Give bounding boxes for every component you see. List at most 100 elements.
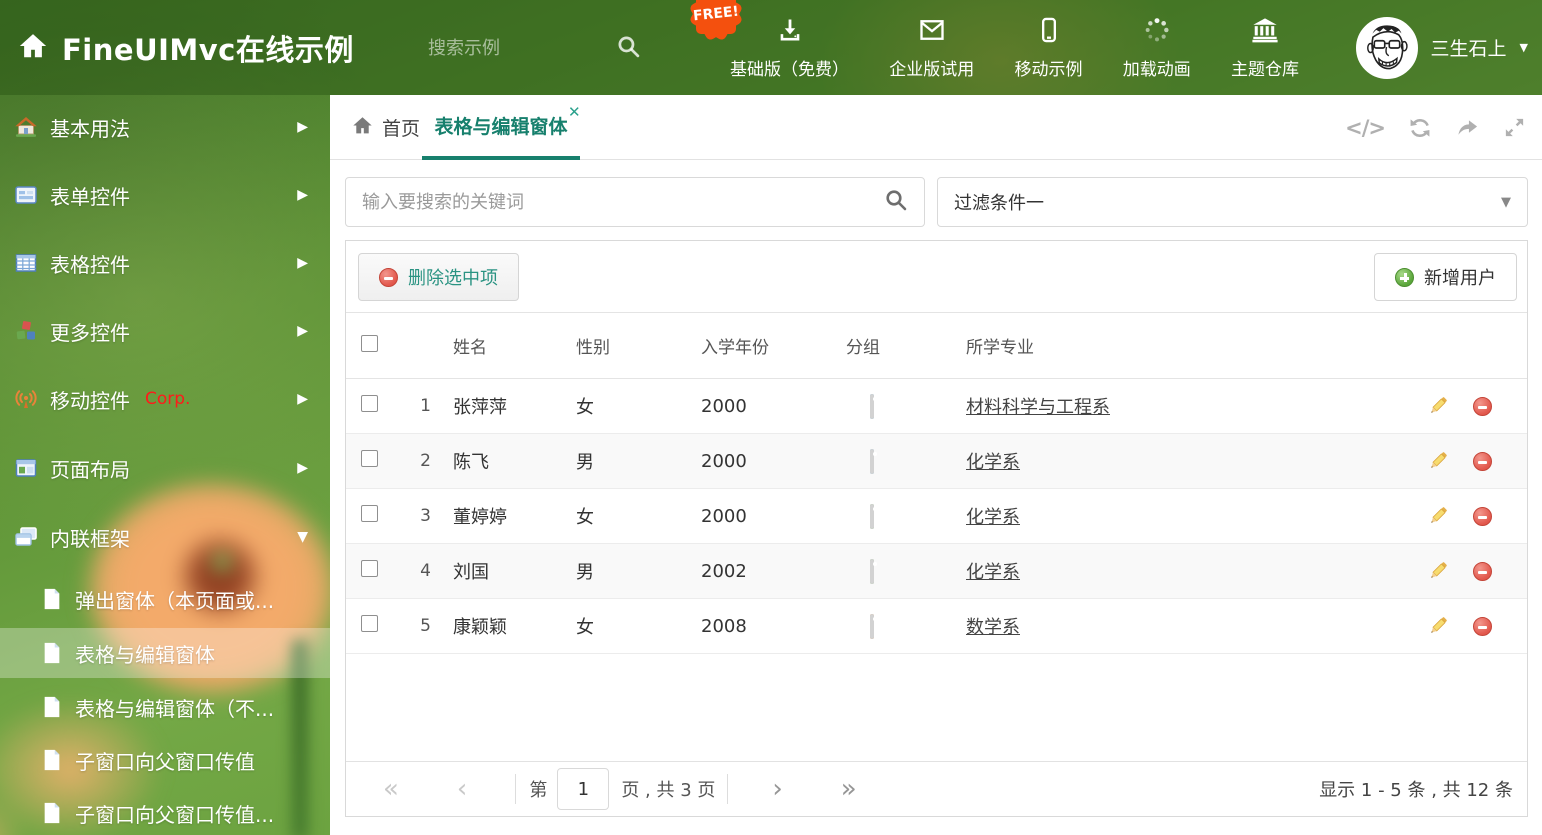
search-icon[interactable] bbox=[884, 188, 908, 216]
edit-icon[interactable] bbox=[1426, 449, 1450, 473]
add-user-label: 新增用户 bbox=[1424, 268, 1496, 289]
menu-item-theme-store[interactable]: 主题仓库 bbox=[1223, 16, 1307, 80]
prev-page-icon[interactable]: ‹ bbox=[457, 776, 467, 802]
minus-circle-icon bbox=[379, 267, 398, 287]
share-icon[interactable] bbox=[1455, 116, 1480, 139]
row-checkbox[interactable] bbox=[361, 560, 378, 577]
refresh-icon[interactable] bbox=[1408, 116, 1432, 140]
edit-icon[interactable] bbox=[1426, 559, 1450, 583]
tab-grid-edit-window[interactable]: 表格与编辑窗体 bbox=[422, 95, 580, 160]
select-all-checkbox[interactable] bbox=[361, 334, 378, 352]
add-user-button[interactable]: 新增用户 bbox=[1374, 253, 1517, 301]
column-header-gender[interactable]: 性别 bbox=[576, 333, 701, 358]
file-icon bbox=[42, 696, 62, 718]
sidebar-item-page-layout[interactable]: 页面布局 ▶ bbox=[0, 445, 330, 491]
row-checkbox[interactable] bbox=[361, 395, 378, 412]
tab-active-label: 表格与编辑窗体 bbox=[434, 116, 568, 138]
sidebar-item-mobile-controls[interactable]: 移动控件 Corp. ▶ bbox=[0, 376, 330, 422]
tag-icon bbox=[870, 558, 874, 584]
row-checkbox[interactable] bbox=[361, 450, 378, 467]
sidebar-subitem-child-to-parent[interactable]: 子窗口向父窗口传值 bbox=[0, 735, 330, 785]
menu-item-enterprise-trial[interactable]: 企业版试用 bbox=[881, 16, 982, 80]
column-header-name[interactable]: 姓名 bbox=[431, 333, 576, 358]
home-icon bbox=[352, 115, 373, 141]
menu-item-label: 移动示例 bbox=[1014, 59, 1083, 80]
tag-icon bbox=[870, 393, 874, 419]
column-header-group[interactable]: 分组 bbox=[846, 333, 966, 358]
sidebar-item-label: 内联框架 bbox=[50, 526, 130, 551]
file-icon bbox=[42, 588, 62, 610]
major-link[interactable]: 数学系 bbox=[966, 617, 1020, 638]
header-search-input[interactable] bbox=[428, 37, 578, 59]
corp-badge: Corp. bbox=[145, 389, 191, 409]
first-page-icon[interactable]: « bbox=[383, 776, 399, 802]
collapse-arrow-icon: ▼ bbox=[297, 529, 308, 545]
file-icon bbox=[42, 749, 62, 771]
edit-icon[interactable] bbox=[1426, 504, 1450, 528]
filter-dropdown[interactable]: 过滤条件一 ▼ bbox=[937, 177, 1528, 227]
tab-bar: 首页 表格与编辑窗体 ✕ </> bbox=[330, 95, 1542, 160]
expand-arrow-icon: ▶ bbox=[297, 391, 308, 407]
form-icon bbox=[14, 183, 38, 207]
sidebar-item-basic-usage[interactable]: 基本用法 ▶ bbox=[0, 104, 330, 150]
tag-icon bbox=[870, 503, 874, 529]
user-menu[interactable]: 三生石上 ▼ bbox=[1355, 0, 1528, 95]
sidebar-subitem-grid-edit-window-2[interactable]: 表格与编辑窗体（不... bbox=[0, 682, 330, 732]
edit-icon[interactable] bbox=[1426, 394, 1450, 418]
menu-item-label: 企业版试用 bbox=[889, 59, 975, 80]
menu-item-loading-animation[interactable]: 加载动画 bbox=[1115, 16, 1199, 80]
sidebar-item-grid-controls[interactable]: 表格控件 ▶ bbox=[0, 240, 330, 286]
cell-gender: 女 bbox=[576, 397, 594, 418]
row-checkbox[interactable] bbox=[361, 615, 378, 632]
major-link[interactable]: 化学系 bbox=[966, 507, 1020, 528]
major-link[interactable]: 化学系 bbox=[966, 562, 1020, 583]
major-link[interactable]: 化学系 bbox=[966, 452, 1020, 473]
expand-arrow-icon: ▶ bbox=[297, 255, 308, 271]
brand[interactable]: FineUIMvc在线示例 bbox=[18, 0, 354, 95]
sidebar-item-label: 更多控件 bbox=[50, 320, 130, 345]
cell-name: 康颖颖 bbox=[453, 617, 507, 638]
delete-row-icon[interactable] bbox=[1473, 506, 1492, 526]
sidebar-item-more-controls[interactable]: 更多控件 ▶ bbox=[0, 308, 330, 354]
pager-divider bbox=[515, 774, 517, 804]
delete-row-icon[interactable] bbox=[1473, 616, 1492, 636]
last-page-icon[interactable]: » bbox=[841, 776, 857, 802]
major-link[interactable]: 材料科学与工程系 bbox=[966, 397, 1110, 418]
edit-icon[interactable] bbox=[1426, 614, 1450, 638]
menu-item-label: 基础版（免费） bbox=[730, 59, 849, 80]
sidebar-subitem-popup-window[interactable]: 弹出窗体（本页面或... bbox=[0, 574, 330, 624]
column-header-year[interactable]: 入学年份 bbox=[701, 333, 846, 358]
next-page-icon[interactable]: › bbox=[772, 776, 782, 802]
delete-selected-button[interactable]: 删除选中项 bbox=[358, 253, 519, 301]
table-row: 1 张萍萍 女 2000 材料科学与工程系 bbox=[346, 379, 1527, 434]
search-icon[interactable] bbox=[616, 34, 641, 63]
sidebar-item-iframe[interactable]: 内联框架 ▼ bbox=[0, 514, 330, 560]
sidebar-subitem-child-to-parent-2[interactable]: 子窗口向父窗口传值... bbox=[0, 788, 330, 835]
keyword-search-input[interactable] bbox=[346, 191, 884, 213]
grid-toolbar: 删除选中项 新增用户 bbox=[346, 241, 1527, 313]
delete-row-icon[interactable] bbox=[1473, 561, 1492, 581]
table-row: 3 董婷婷 女 2000 化学系 bbox=[346, 489, 1527, 544]
delete-row-icon[interactable] bbox=[1473, 396, 1492, 416]
sidebar-item-form-controls[interactable]: 表单控件 ▶ bbox=[0, 172, 330, 218]
sidebar-subitem-label: 表格与编辑窗体 bbox=[75, 642, 215, 667]
column-header-major[interactable]: 所学专业 bbox=[966, 333, 1397, 358]
view-source-icon[interactable]: </> bbox=[1345, 116, 1386, 140]
delete-row-icon[interactable] bbox=[1473, 451, 1492, 471]
cell-year: 2002 bbox=[701, 560, 747, 582]
page-label-before: 第 bbox=[529, 780, 548, 801]
close-tab-icon[interactable]: ✕ bbox=[568, 103, 581, 121]
user-name: 三生石上 bbox=[1430, 38, 1507, 60]
row-checkbox[interactable] bbox=[361, 505, 378, 522]
cell-gender: 女 bbox=[576, 617, 594, 638]
pagination-bar: « ‹ 第 页 , 共 3 页 › » 显示 1 - 5 条 , 共 12 条 bbox=[346, 761, 1527, 816]
page-number-input[interactable] bbox=[557, 768, 610, 810]
sidebar-item-label: 表单控件 bbox=[50, 184, 130, 209]
menu-item-mobile-demo[interactable]: 移动示例 bbox=[1007, 16, 1091, 80]
cell-gender: 男 bbox=[576, 562, 594, 583]
sidebar-subitem-grid-edit-window[interactable]: 表格与编辑窗体 bbox=[0, 628, 330, 678]
tab-home[interactable]: 首页 bbox=[352, 95, 420, 160]
expand-icon[interactable] bbox=[1503, 116, 1526, 139]
cell-name: 刘国 bbox=[453, 562, 489, 583]
cell-year: 2000 bbox=[701, 450, 747, 472]
